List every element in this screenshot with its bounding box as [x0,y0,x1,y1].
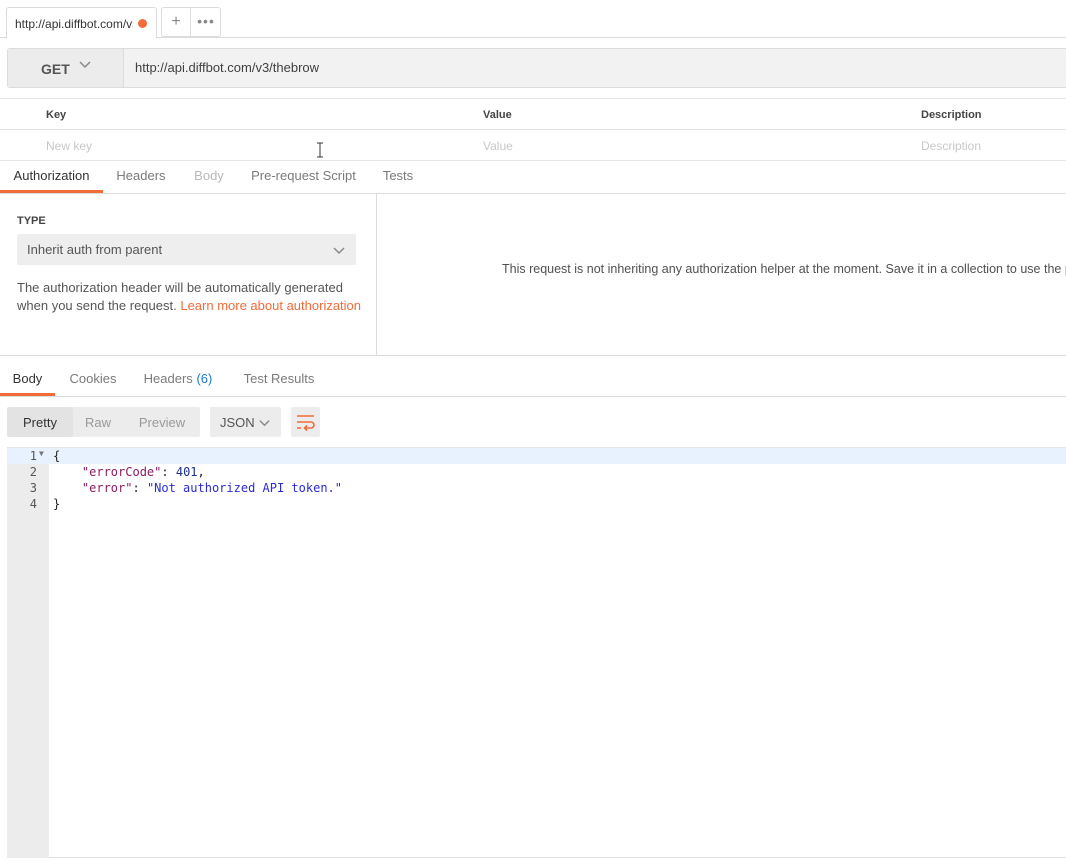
code-line: 2 "errorCode": 401, [7,464,1066,480]
tab-response-body-label: Body [12,371,43,386]
line-number: 1 [29,449,37,463]
open-brace: { [53,449,61,463]
tab-body[interactable]: Body [186,161,232,193]
auth-info-panel: This request is not inheriting any autho… [377,194,1066,356]
code-text: } [53,497,60,511]
request-tab-strip: http://api.diffbot.com/v3/thebrow + ••• [0,0,1066,39]
params-header-row: Key Value Description [0,99,1066,130]
tab-body-label: Body [194,168,224,183]
request-tab[interactable]: http://api.diffbot.com/v3/thebrow [6,7,157,39]
code-text: "error": "Not authorized API token." [81,481,343,495]
line-number: 2 [29,465,37,479]
new-value-input[interactable]: Value [483,139,513,153]
params-table: Key Value Description New key Value Desc… [0,98,1066,161]
chevron-down-icon [333,247,345,255]
preview-button[interactable]: Preview [127,407,197,437]
code-text: { [53,449,60,463]
new-description-input[interactable]: Description [921,139,981,153]
code-line: 1 ▼ { [7,448,1066,464]
learn-more-auth-link[interactable]: Learn more about authorization [180,298,361,313]
response-headers-count-badge: (6) [196,371,213,386]
fold-arrow-icon[interactable]: ▼ [39,449,44,458]
tab-cookies[interactable]: Cookies [63,362,123,396]
tab-response-body[interactable]: Body [0,362,55,396]
tab-headers[interactable]: Headers [110,161,172,193]
language-value: JSON [220,415,255,430]
chevron-down-icon [259,420,270,427]
new-tab-button[interactable]: + [162,8,191,36]
params-description-header: Description [921,109,982,121]
auth-type-label: TYPE [17,215,46,227]
tab-response-headers[interactable]: Headers (6) [138,362,218,396]
auth-inherit-message: This request is not inheriting any autho… [502,262,1066,276]
code-line: 4 } [7,496,1066,512]
more-tabs-button[interactable]: ••• [191,8,221,36]
json-key: "error" [81,481,133,495]
tab-cookies-label: Cookies [69,371,117,386]
response-body-editor[interactable]: 1 ▼ { 2 "errorCode": 401, 3 "error": "No… [7,447,1066,858]
tab-tests[interactable]: Tests [375,161,421,193]
pretty-button[interactable]: Pretty [7,407,73,437]
chevron-down-icon [79,61,91,69]
tab-headers-label: Headers [116,168,166,183]
tab-test-results[interactable]: Test Results [238,362,320,396]
new-key-input[interactable]: New key [46,139,92,153]
tab-response-headers-label: Headers [143,371,193,386]
json-key: "errorCode" [81,465,162,479]
language-select[interactable]: JSON [210,407,281,437]
tab-authorization-label: Authorization [13,168,90,183]
close-brace: } [53,497,61,511]
json-number: 401 [175,465,198,479]
method-label: GET [41,61,70,77]
tab-tests-label: Tests [382,168,414,183]
request-tab-label: http://api.diffbot.com/v3/thebrow [15,17,133,31]
params-value-header: Value [483,109,512,121]
response-tabs: Body Cookies Headers (6) Test Results [0,362,1066,397]
code-line: 3 "error": "Not authorized API token." [7,480,1066,496]
wrap-lines-button[interactable] [291,407,320,437]
params-new-row: New key Value Description [0,130,1066,161]
auth-type-value: Inherit auth from parent [27,242,163,257]
wrap-lines-icon [297,415,315,431]
line-number: 3 [29,481,37,495]
tab-pre-request-script[interactable]: Pre-request Script [246,161,361,193]
json-string: "Not authorized API token." [146,481,343,495]
tab-actions: + ••• [161,7,221,37]
url-bar: GET http://api.diffbot.com/v3/thebrow [7,48,1066,88]
tab-authorization[interactable]: Authorization [0,161,103,193]
auth-help-text: The authorization header will be automat… [17,279,367,315]
unsaved-changes-dot-icon [138,19,147,28]
tab-pre-request-script-label: Pre-request Script [251,168,356,183]
code-text: "errorCode": 401, [81,465,205,479]
format-toggle-group: Pretty Raw Preview [7,407,200,437]
request-tabs: Authorization Headers Body Pre-request S… [0,161,1066,194]
auth-settings-panel: TYPE Inherit auth from parent The author… [0,194,377,356]
tab-test-results-label: Test Results [243,371,315,386]
text-cursor-icon [317,142,323,158]
method-select[interactable]: GET [8,49,124,87]
auth-type-select[interactable]: Inherit auth from parent [17,234,356,265]
url-input[interactable]: http://api.diffbot.com/v3/thebrow [135,60,319,75]
raw-button[interactable]: Raw [73,407,123,437]
params-key-header: Key [46,109,67,121]
line-number: 4 [29,497,37,511]
